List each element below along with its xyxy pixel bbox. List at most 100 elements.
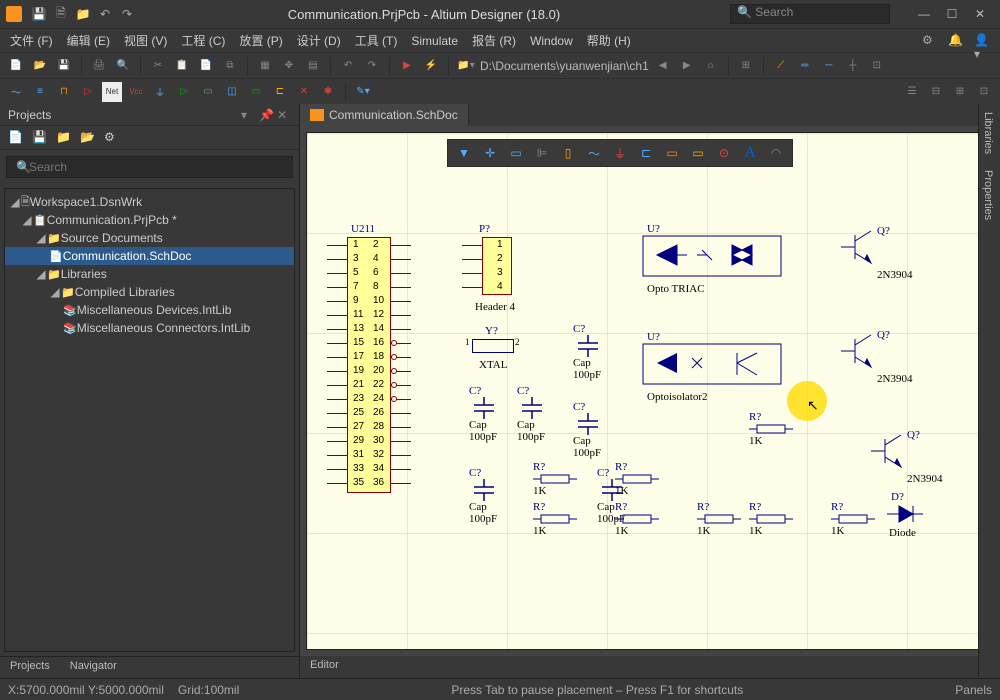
grid-icon[interactable]: ⊞	[736, 56, 756, 76]
align-icon[interactable]: ▤	[303, 56, 323, 76]
move-icon[interactable]: ✥	[279, 56, 299, 76]
pin-line[interactable]	[391, 259, 411, 260]
align-r-icon[interactable]: ⊞	[950, 82, 970, 102]
editor-tab[interactable]: Editor	[300, 656, 349, 678]
project-tree[interactable]: ◢🗎 Workspace1.DsnWrk ◢📋 Communication.Pr…	[4, 188, 295, 652]
resistor[interactable]: R? 1K	[831, 501, 875, 537]
pin-line[interactable]	[391, 469, 411, 470]
maximize-button[interactable]: ☐	[938, 4, 966, 24]
tree-compiled[interactable]: ◢📁 Compiled Libraries	[5, 283, 294, 301]
nav-back-icon[interactable]: ◀	[653, 56, 673, 76]
menu-help[interactable]: 帮助 (H)	[587, 32, 631, 49]
folder-icon[interactable]: 📁	[74, 5, 92, 23]
device-icon[interactable]: ◫	[222, 82, 242, 102]
panel-search-input[interactable]	[6, 156, 293, 178]
pin-line[interactable]	[327, 329, 347, 330]
schematic-canvas[interactable]: ▼ ✛ ▭ ⊫ ▯ 〜 ⏚ ⊏ ▭ ▭ ⊙ A ◠ U211 P?	[306, 132, 994, 650]
pin-line[interactable]	[391, 315, 411, 316]
bell-icon[interactable]: 🔔	[948, 33, 964, 49]
menu-tools[interactable]: 工具 (T)	[355, 32, 398, 49]
pin-line[interactable]	[327, 469, 347, 470]
redo-icon[interactable]: ↷	[118, 5, 136, 23]
transistor[interactable]: Q? 2N3904	[867, 429, 913, 473]
pin-line[interactable]	[391, 413, 411, 414]
resistor[interactable]: R? 1K	[697, 501, 741, 537]
pin-line[interactable]	[327, 441, 347, 442]
open-icon[interactable]: 📂	[30, 56, 50, 76]
preview-icon[interactable]: 🔍	[113, 56, 133, 76]
junction-icon[interactable]: ┼	[843, 56, 863, 76]
menu-view[interactable]: 视图 (V)	[124, 32, 167, 49]
tab-navigator[interactable]: Navigator	[60, 657, 127, 678]
panel-compile-icon[interactable]: 📁	[56, 130, 72, 146]
wire-icon[interactable]: ─	[819, 56, 839, 76]
pin-line[interactable]	[327, 427, 347, 428]
compile-icon[interactable]: ▶	[397, 56, 417, 76]
pin-line[interactable]	[391, 245, 411, 246]
tree-lib-folder[interactable]: ◢📁 Libraries	[5, 265, 294, 283]
transistor[interactable]: Q? 2N3904	[837, 329, 883, 373]
doc-tab-communication[interactable]: Communication.SchDoc	[300, 104, 469, 126]
cut-icon[interactable]: ✂	[148, 56, 168, 76]
pin-line[interactable]	[327, 455, 347, 456]
tree-lib2[interactable]: 📚 Miscellaneous Connectors.IntLib	[5, 319, 294, 337]
pin-line[interactable]	[391, 455, 411, 456]
cross-icon[interactable]: ⚡	[421, 56, 441, 76]
menu-edit[interactable]: 编辑 (E)	[67, 32, 110, 49]
generic-icon[interactable]: ✱	[318, 82, 338, 102]
snap-icon[interactable]: ⊡	[867, 56, 887, 76]
user-icon[interactable]: 👤▾	[974, 33, 990, 49]
capacitor[interactable]: C? Cap 100pF	[517, 385, 547, 443]
panel-refresh-icon[interactable]: 📂	[80, 130, 96, 146]
copy-icon[interactable]: 📋	[172, 56, 192, 76]
panel-pin-icon[interactable]: 📌	[259, 108, 273, 122]
panel-close-icon[interactable]: ✕	[277, 108, 291, 122]
resistor[interactable]: R? 1K	[615, 501, 659, 537]
global-search-input[interactable]: 🔍 Search	[730, 4, 890, 24]
menu-place[interactable]: 放置 (P)	[239, 32, 282, 49]
port-icon[interactable]: ▷	[78, 82, 98, 102]
part-icon[interactable]: ▷	[174, 82, 194, 102]
pin-line[interactable]	[327, 357, 347, 358]
menu-simulate[interactable]: Simulate	[411, 34, 458, 48]
panel-settings-icon[interactable]: ⚙	[104, 130, 120, 146]
pin-line[interactable]	[391, 427, 411, 428]
netlabel-icon[interactable]: Net	[102, 82, 122, 102]
dist-icon[interactable]: ⊡	[974, 82, 994, 102]
bus-icon[interactable]: ═	[795, 56, 815, 76]
pin-line[interactable]	[327, 413, 347, 414]
menu-reports[interactable]: 报告 (R)	[472, 32, 516, 49]
pin-line[interactable]	[391, 301, 411, 302]
tab-projects[interactable]: Projects	[0, 657, 60, 678]
resistor[interactable]: R? 1K	[533, 461, 577, 497]
pin-line[interactable]	[327, 259, 347, 260]
align-l-icon[interactable]: ☰	[902, 82, 922, 102]
save-all-icon[interactable]: 🗎	[52, 5, 70, 23]
pin-line[interactable]	[327, 273, 347, 274]
pin-line[interactable]	[327, 399, 347, 400]
nav-fwd-icon[interactable]: ▶	[677, 56, 697, 76]
wire2-icon[interactable]: 〜	[6, 82, 26, 102]
sheet2-icon[interactable]: ▭	[246, 82, 266, 102]
select-icon[interactable]: ▦	[255, 56, 275, 76]
opto-triac-body[interactable]	[642, 235, 782, 285]
panel-dropdown-icon[interactable]: ▾	[241, 108, 255, 122]
duplicate-icon[interactable]: ⧉	[220, 56, 240, 76]
tree-schdoc[interactable]: 📄 Communication.SchDoc	[5, 247, 294, 265]
menu-file[interactable]: 文件 (F)	[10, 32, 53, 49]
panel-doc-icon[interactable]: 📄	[8, 130, 24, 146]
filepath-display[interactable]: D:\Documents\yuanwenjian\ch1	[480, 59, 649, 73]
power-icon[interactable]: Vcc	[126, 82, 146, 102]
sheet-icon[interactable]: ▭	[198, 82, 218, 102]
pin-line[interactable]	[327, 301, 347, 302]
menu-project[interactable]: 工程 (C)	[181, 32, 225, 49]
undo-icon[interactable]: ↶	[96, 5, 114, 23]
menu-design[interactable]: 设计 (D)	[297, 32, 341, 49]
pin-line[interactable]	[391, 483, 411, 484]
pin-line[interactable]	[327, 343, 347, 344]
capacitor[interactable]: C? Cap 100pF	[573, 401, 603, 459]
bus2-icon[interactable]: ≡	[30, 82, 50, 102]
transistor[interactable]: Q? 2N3904	[837, 225, 883, 269]
close-button[interactable]: ✕	[966, 4, 994, 24]
pin-line[interactable]	[327, 287, 347, 288]
